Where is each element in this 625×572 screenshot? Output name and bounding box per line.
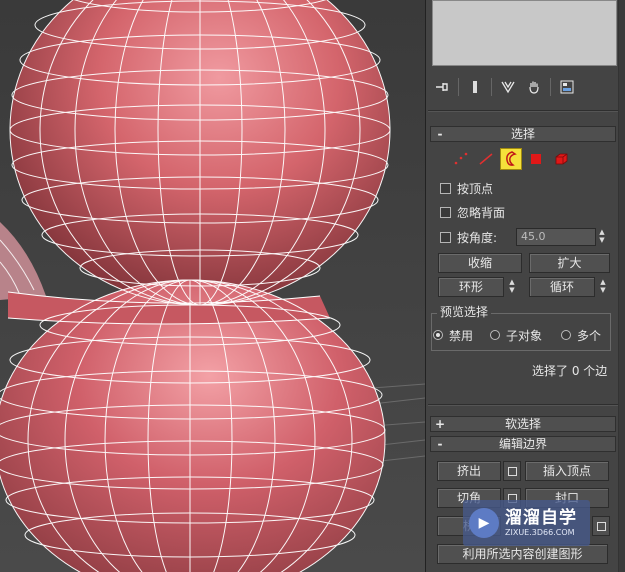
loop-spinner-arrows[interactable]: ▲ ▼: [598, 278, 608, 296]
preview-option-off[interactable]: 禁用: [433, 327, 473, 343]
loop-button[interactable]: 循环: [529, 277, 595, 297]
angle-spinner-arrows[interactable]: ▲ ▼: [597, 228, 607, 246]
radio-label: 子对象: [506, 328, 543, 343]
angle-spinner-field[interactable]: 45.0: [516, 228, 596, 246]
panel-divider: [428, 110, 618, 112]
hand-icon[interactable]: [524, 77, 544, 97]
selection-rollout-header[interactable]: - 选择: [430, 126, 616, 142]
toolbar-separator: [491, 78, 492, 96]
watermark-brand: 溜溜自学: [505, 508, 577, 528]
edit-borders-rollout-header[interactable]: - 编辑边界: [430, 436, 616, 452]
extrude-settings-button[interactable]: [503, 461, 521, 481]
radio-button[interactable]: [490, 330, 500, 340]
by-angle-checkbox[interactable]: 按角度:: [440, 229, 497, 245]
preview-option-multi[interactable]: 多个: [561, 327, 601, 343]
grow-button[interactable]: 扩大: [529, 253, 610, 273]
edge-icon[interactable]: [475, 148, 497, 170]
mesh-render: [0, 0, 425, 572]
preview-option-subobject[interactable]: 子对象: [490, 327, 542, 343]
radio-button[interactable]: [433, 330, 443, 340]
checkbox-label: 按顶点: [457, 181, 494, 196]
radio-label: 多个: [577, 328, 602, 343]
shrink-button[interactable]: 收缩: [438, 253, 522, 273]
watermark: ▶ 溜溜自学 ZIXUE.3D66.COM: [463, 500, 590, 546]
soft-selection-rollout-header[interactable]: + 软选择: [430, 416, 616, 432]
checkbox-box[interactable]: [440, 231, 451, 243]
element-icon[interactable]: [550, 148, 572, 170]
toolbar-separator: [458, 78, 459, 96]
panel-scrollbar[interactable]: [618, 0, 625, 572]
toolbar-separator: [550, 78, 551, 96]
preview-selection-title: 预览选择: [437, 305, 492, 319]
by-vertex-checkbox[interactable]: 按顶点: [440, 180, 493, 196]
panel-divider: [428, 404, 618, 406]
checkbox-box[interactable]: [440, 182, 451, 194]
border-icon[interactable]: [500, 148, 522, 170]
create-shape-from-selection-button[interactable]: 利用所选内容创建图形: [437, 544, 608, 564]
radio-button[interactable]: [561, 330, 571, 340]
funnel-icon[interactable]: [498, 77, 518, 97]
pin-icon[interactable]: [432, 77, 452, 97]
watermark-url: ZIXUE.3D66.COM: [505, 528, 575, 537]
modifier-stack-list[interactable]: [432, 0, 617, 66]
selection-status-text: 选择了 0 个边: [532, 364, 608, 378]
configure-icon[interactable]: [557, 77, 577, 97]
play-logo-icon: ▶: [469, 508, 499, 538]
collapse-toggle: -: [437, 437, 443, 451]
bridge-settings-button[interactable]: [592, 516, 610, 536]
ignore-backfacing-checkbox[interactable]: 忽略背面: [440, 204, 505, 220]
ring-spinner-arrows[interactable]: ▲ ▼: [507, 278, 517, 296]
viewport[interactable]: [0, 0, 425, 572]
modifier-stack-toolbar: [432, 76, 612, 98]
insert-vertex-button[interactable]: 插入顶点: [525, 461, 609, 481]
stack-icon[interactable]: [465, 77, 485, 97]
expand-toggle: +: [435, 417, 446, 431]
checkbox-label: 忽略背面: [457, 205, 506, 220]
subobject-level-bar: [450, 147, 575, 171]
collapse-toggle: -: [437, 127, 443, 141]
rollout-title: 软选择: [504, 417, 541, 431]
polygon-icon[interactable]: [525, 148, 547, 170]
vertex-icon[interactable]: [450, 148, 472, 170]
settings-icon: [596, 521, 606, 531]
settings-icon: [507, 466, 517, 476]
ring-button[interactable]: 环形: [438, 277, 504, 297]
radio-label: 禁用: [449, 328, 474, 343]
rollout-title: 选择: [510, 127, 535, 141]
checkbox-label: 按角度:: [457, 230, 498, 245]
rollout-title: 编辑边界: [498, 437, 547, 451]
extrude-button[interactable]: 挤出: [437, 461, 501, 481]
checkbox-box[interactable]: [440, 206, 451, 218]
